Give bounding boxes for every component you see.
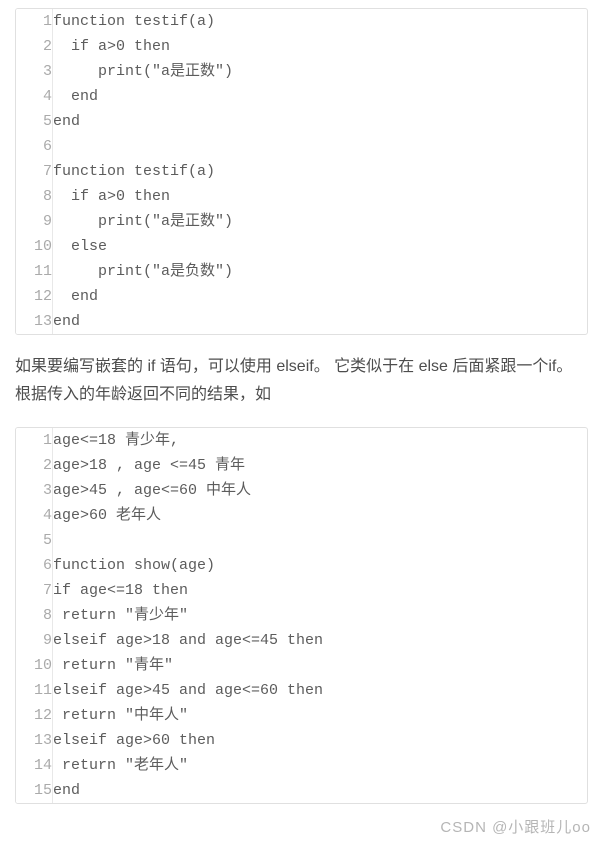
code-line: elseif age>45 and age<=60 then bbox=[53, 678, 588, 703]
line-number: 5 bbox=[16, 528, 53, 553]
code-line: elseif age>60 then bbox=[53, 728, 588, 753]
code-table-1: 1function testif(a)2 if a>0 then3 print(… bbox=[16, 9, 587, 334]
paragraph-elseif: 如果要编写嵌套的 if 语句，可以使用 elseif。 它类似于在 else 后… bbox=[15, 353, 588, 409]
code-row: 8 return "青少年" bbox=[16, 603, 587, 628]
code-row: 12 end bbox=[16, 284, 587, 309]
line-number: 6 bbox=[16, 553, 53, 578]
code-line: end bbox=[53, 778, 588, 803]
code-row: 2 if a>0 then bbox=[16, 34, 587, 59]
line-number: 8 bbox=[16, 603, 53, 628]
line-number: 4 bbox=[16, 84, 53, 109]
code-line: age<=18 青少年, bbox=[53, 428, 588, 453]
code-line: age>18 , age <=45 青年 bbox=[53, 453, 588, 478]
code-line: if a>0 then bbox=[53, 34, 588, 59]
line-number: 3 bbox=[16, 478, 53, 503]
code-row: 9 print("a是正数") bbox=[16, 209, 587, 234]
line-number: 9 bbox=[16, 209, 53, 234]
code-line: age>60 老年人 bbox=[53, 503, 588, 528]
line-number: 4 bbox=[16, 503, 53, 528]
code-line: print("a是正数") bbox=[53, 209, 588, 234]
line-number: 10 bbox=[16, 653, 53, 678]
line-number: 10 bbox=[16, 234, 53, 259]
line-number: 13 bbox=[16, 309, 53, 334]
line-number: 7 bbox=[16, 159, 53, 184]
code-line: end bbox=[53, 284, 588, 309]
code-line bbox=[53, 528, 588, 553]
code-row: 10 else bbox=[16, 234, 587, 259]
code-row: 12 return "中年人" bbox=[16, 703, 587, 728]
code-row: 4age>60 老年人 bbox=[16, 503, 587, 528]
line-number: 1 bbox=[16, 428, 53, 453]
code-row: 2age>18 , age <=45 青年 bbox=[16, 453, 587, 478]
code-line: if age<=18 then bbox=[53, 578, 588, 603]
line-number: 3 bbox=[16, 59, 53, 84]
code-row: 5end bbox=[16, 109, 587, 134]
line-number: 11 bbox=[16, 678, 53, 703]
code-row: 9elseif age>18 and age<=45 then bbox=[16, 628, 587, 653]
code-line: age>45 , age<=60 中年人 bbox=[53, 478, 588, 503]
line-number: 14 bbox=[16, 753, 53, 778]
code-row: 13end bbox=[16, 309, 587, 334]
code-line: end bbox=[53, 109, 588, 134]
code-row: 5 bbox=[16, 528, 587, 553]
code-line: print("a是负数") bbox=[53, 259, 588, 284]
code-line: return "青年" bbox=[53, 653, 588, 678]
code-line: function show(age) bbox=[53, 553, 588, 578]
line-number: 12 bbox=[16, 284, 53, 309]
code-table-2: 1age<=18 青少年,2age>18 , age <=45 青年3age>4… bbox=[16, 428, 587, 803]
code-line: elseif age>18 and age<=45 then bbox=[53, 628, 588, 653]
line-number: 2 bbox=[16, 453, 53, 478]
code-line: print("a是正数") bbox=[53, 59, 588, 84]
code-row: 1function testif(a) bbox=[16, 9, 587, 34]
code-row: 4 end bbox=[16, 84, 587, 109]
code-row: 7if age<=18 then bbox=[16, 578, 587, 603]
code-row: 6function show(age) bbox=[16, 553, 587, 578]
code-line: end bbox=[53, 84, 588, 109]
code-line: else bbox=[53, 234, 588, 259]
line-number: 6 bbox=[16, 134, 53, 159]
code-block-2: 1age<=18 青少年,2age>18 , age <=45 青年3age>4… bbox=[15, 427, 588, 804]
watermark: CSDN @小跟班儿oo bbox=[440, 816, 591, 837]
line-number: 8 bbox=[16, 184, 53, 209]
line-number: 11 bbox=[16, 259, 53, 284]
code-row: 10 return "青年" bbox=[16, 653, 587, 678]
code-row: 14 return "老年人" bbox=[16, 753, 587, 778]
code-line bbox=[53, 134, 588, 159]
code-row: 1age<=18 青少年, bbox=[16, 428, 587, 453]
code-block-1: 1function testif(a)2 if a>0 then3 print(… bbox=[15, 8, 588, 335]
code-line: return "青少年" bbox=[53, 603, 588, 628]
code-line: end bbox=[53, 309, 588, 334]
line-number: 7 bbox=[16, 578, 53, 603]
code-row: 3age>45 , age<=60 中年人 bbox=[16, 478, 587, 503]
line-number: 1 bbox=[16, 9, 53, 34]
line-number: 12 bbox=[16, 703, 53, 728]
code-row: 15end bbox=[16, 778, 587, 803]
line-number: 5 bbox=[16, 109, 53, 134]
line-number: 2 bbox=[16, 34, 53, 59]
code-line: if a>0 then bbox=[53, 184, 588, 209]
code-line: function testif(a) bbox=[53, 9, 588, 34]
line-number: 9 bbox=[16, 628, 53, 653]
code-line: return "中年人" bbox=[53, 703, 588, 728]
code-row: 13elseif age>60 then bbox=[16, 728, 587, 753]
line-number: 13 bbox=[16, 728, 53, 753]
code-line: function testif(a) bbox=[53, 159, 588, 184]
code-row: 8 if a>0 then bbox=[16, 184, 587, 209]
code-row: 11elseif age>45 and age<=60 then bbox=[16, 678, 587, 703]
code-row: 6 bbox=[16, 134, 587, 159]
code-row: 7function testif(a) bbox=[16, 159, 587, 184]
line-number: 15 bbox=[16, 778, 53, 803]
code-row: 11 print("a是负数") bbox=[16, 259, 587, 284]
code-line: return "老年人" bbox=[53, 753, 588, 778]
code-row: 3 print("a是正数") bbox=[16, 59, 587, 84]
